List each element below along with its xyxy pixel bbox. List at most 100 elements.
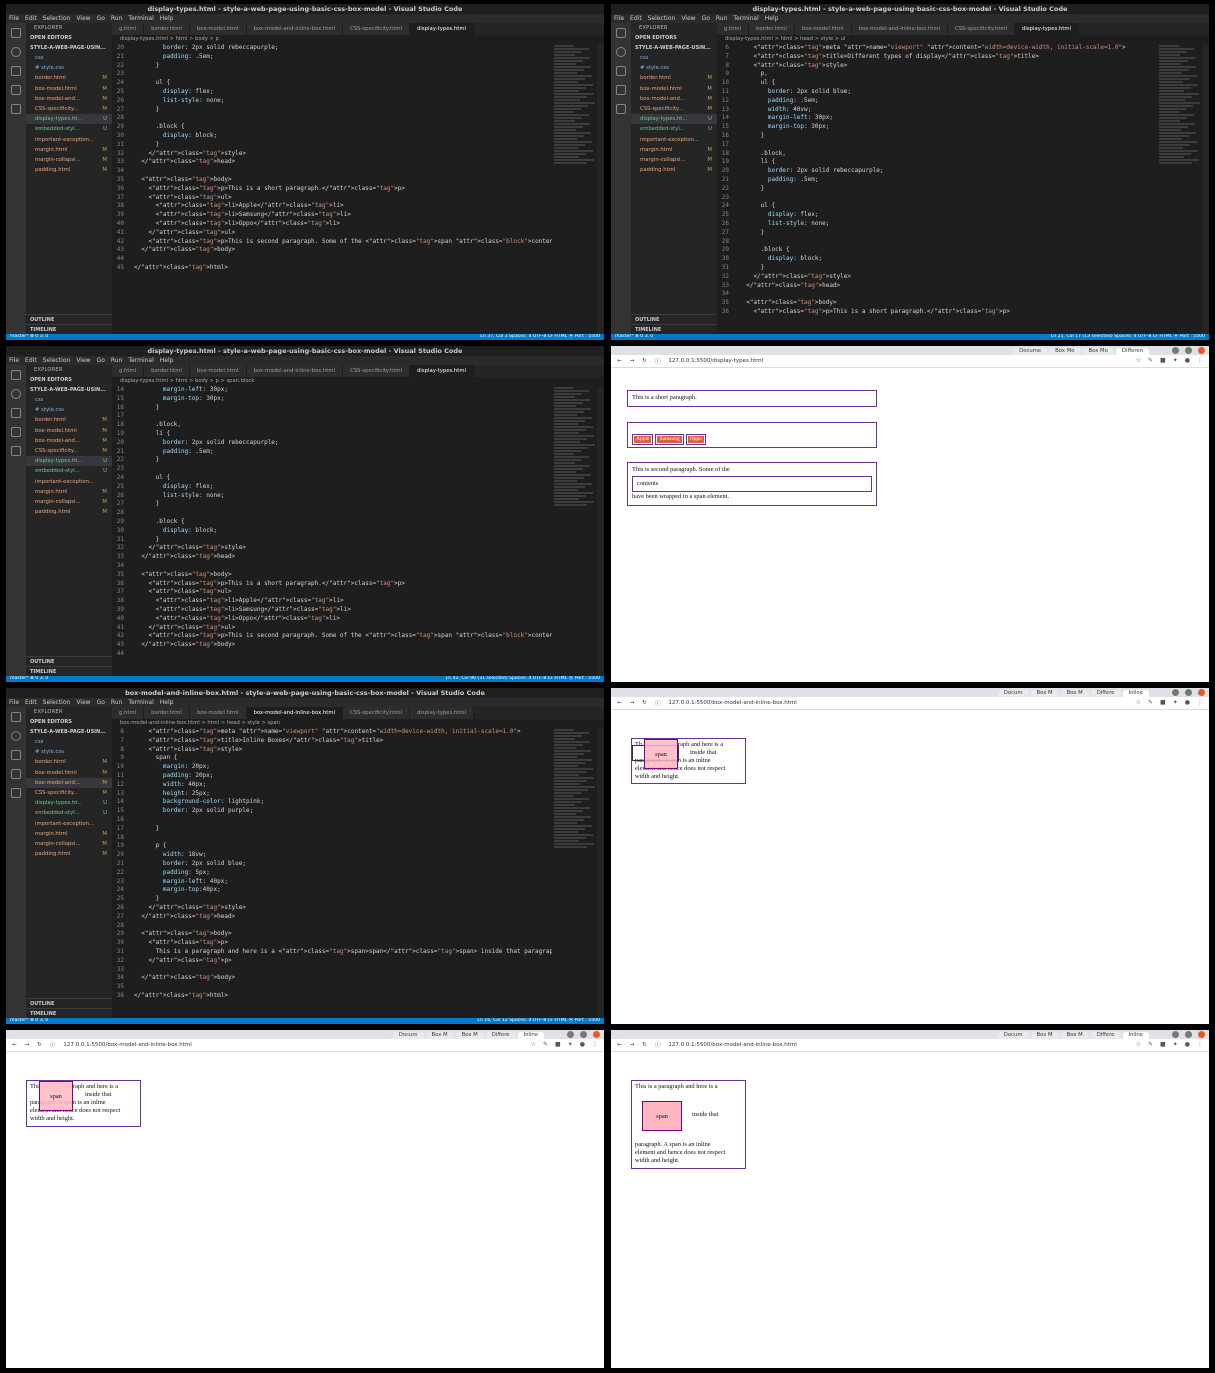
reload-icon[interactable]: ↻ <box>642 358 647 364</box>
timeline-section[interactable]: TIMELINE <box>26 666 112 676</box>
explorer-file[interactable]: embedded-styl... U <box>26 124 112 134</box>
status-position[interactable]: Ln 37, Col 3 Spaces: 4 UTF-8 LF HTML ⦿ P… <box>480 334 600 340</box>
status-branch[interactable]: master* ⊗ 0 ⚠ 0 <box>10 334 48 340</box>
explorer-file[interactable]: border.html M <box>26 73 112 83</box>
explorer-file[interactable]: # style.css <box>631 63 717 73</box>
code-line[interactable]: 22 padding: 5px; <box>112 869 552 878</box>
code-line[interactable]: 25 } <box>112 895 552 904</box>
forward-icon[interactable]: → <box>630 700 635 706</box>
minimize-icon[interactable] <box>567 1031 574 1038</box>
code-line[interactable]: 15 margin-top: 30px; <box>112 395 552 404</box>
extensions-icon[interactable] <box>11 104 21 114</box>
menu-item[interactable]: Selection <box>648 14 676 23</box>
code-line[interactable]: 25 display: flex; <box>717 211 1157 220</box>
code-line[interactable]: 30 display: block; <box>717 255 1157 264</box>
code-line[interactable]: 31 } <box>112 536 552 545</box>
explorer-file[interactable]: padding.html M <box>26 507 112 517</box>
code-line[interactable]: 28 <box>112 509 552 518</box>
menu-item[interactable]: Help <box>160 356 174 365</box>
code-line[interactable]: 45 </"attr">class="tag">html> <box>112 264 552 273</box>
menu-item[interactable]: Run <box>111 356 123 365</box>
code-line[interactable]: 7 <"attr">class="tag">title>Different ty… <box>717 53 1157 62</box>
files-icon[interactable] <box>11 370 21 380</box>
pen-icon[interactable]: ✎ <box>543 1041 548 1048</box>
code-line[interactable]: 26 list-style: none; <box>717 220 1157 229</box>
code-line[interactable]: 18 <box>112 834 552 843</box>
code-line[interactable]: 9 p, <box>717 70 1157 79</box>
info-icon[interactable]: ⓘ <box>655 357 661 365</box>
code-line[interactable]: 26 list-style: none; <box>112 97 552 106</box>
extensions-icon[interactable] <box>11 788 21 798</box>
code-editor[interactable]: 14 margin-left: 30px; 15 margin-top: 30px… <box>112 386 552 676</box>
close-icon[interactable] <box>1198 347 1205 354</box>
code-line[interactable]: 6 <"attr">class="tag">meta "attr">name="… <box>112 728 552 737</box>
browser-tab-active[interactable]: Inline <box>1122 1032 1149 1039</box>
explorer-file[interactable]: box-model.html M <box>26 84 112 94</box>
menu-item[interactable]: Run <box>111 698 123 707</box>
code-line[interactable]: 34 <box>112 167 552 176</box>
code-line[interactable]: 33 <box>112 966 552 975</box>
explorer-file[interactable]: # style.css <box>26 63 112 73</box>
reload-icon[interactable]: ↻ <box>642 700 647 706</box>
menu-item[interactable]: Help <box>765 14 779 23</box>
code-line[interactable]: 20 border: 2px solid rebeccapurple; <box>112 439 552 448</box>
menu-item[interactable]: View <box>76 698 90 707</box>
editor-scrollbar[interactable] <box>597 386 604 676</box>
code-line[interactable]: 17 } <box>112 825 552 834</box>
pen-icon[interactable]: ✎ <box>1148 357 1153 364</box>
editor-tab[interactable]: box-model.html <box>189 23 247 35</box>
browser-tab[interactable]: Box M <box>1030 1032 1059 1039</box>
menu-item[interactable]: Go <box>97 698 105 707</box>
open-editors-section[interactable]: OPEN EDITORS <box>26 375 112 385</box>
code-line[interactable]: 24 margin-top:40px; <box>112 886 552 895</box>
code-line[interactable]: 29 .block { <box>717 246 1157 255</box>
browser-tab[interactable]: Box M <box>425 1032 454 1039</box>
back-icon[interactable]: ← <box>617 358 622 364</box>
explorer-file[interactable]: margin-collapsi... M <box>26 839 112 849</box>
profile-icon[interactable]: ● <box>1185 357 1190 364</box>
explorer-file[interactable]: important-exception... <box>631 135 717 145</box>
browser-tab[interactable]: Differe <box>485 1032 516 1039</box>
breadcrumb[interactable]: display-types.html > html > body > p <box>112 35 604 44</box>
star-icon[interactable]: ☆ <box>1136 357 1141 364</box>
code-line[interactable]: 13 width: 40vw; <box>717 106 1157 115</box>
explorer-file[interactable]: CSS-specificity... M <box>631 104 717 114</box>
explorer-file[interactable]: padding.html M <box>26 849 112 859</box>
code-line[interactable]: 36 </"attr">class="tag">html> <box>112 992 552 1001</box>
reload-icon[interactable]: ↻ <box>37 1042 42 1048</box>
profile-icon[interactable]: ● <box>1185 699 1190 706</box>
explorer-file[interactable]: display-types.ht... U <box>631 114 717 125</box>
editor-tab[interactable]: box-model-and-inline-box.html <box>246 707 343 719</box>
address-bar[interactable]: 127.0.0.1:5500/box-model-and-inline-box.… <box>63 1042 191 1048</box>
minimap[interactable] <box>554 386 596 676</box>
browser-tab[interactable]: Docum <box>997 1032 1029 1039</box>
editor-tab[interactable]: g.html <box>112 707 145 719</box>
code-line[interactable]: 10 margin: 20px; <box>112 763 552 772</box>
project-folder[interactable]: STYLE-A-WEB-PAGE-USIN... <box>26 43 112 53</box>
maximize-icon[interactable] <box>1185 1031 1192 1038</box>
menu-item[interactable]: Terminal <box>128 356 153 365</box>
explorer-file[interactable]: CSS-specificity... M <box>26 446 112 456</box>
run-debug-icon[interactable] <box>11 85 21 95</box>
code-line[interactable]: 35 <box>112 983 552 992</box>
code-line[interactable]: 23 <box>112 465 552 474</box>
menu-item[interactable]: Selection <box>43 698 71 707</box>
menu-item[interactable]: File <box>9 698 19 707</box>
editor-tab[interactable]: box-model-and-inline-box.html <box>246 23 343 35</box>
editor-tab[interactable]: CSS-specificity.html <box>343 365 411 377</box>
address-bar[interactable]: 127.0.0.1:5500/display-types.html <box>668 358 763 364</box>
back-icon[interactable]: ← <box>617 1042 622 1048</box>
explorer-file[interactable]: display-types.ht... U <box>26 114 112 125</box>
code-line[interactable]: 37 <"attr">class="tag">ul> <box>112 194 552 203</box>
files-icon[interactable] <box>616 28 626 38</box>
browser-tab[interactable]: Docum <box>997 690 1029 697</box>
menu-item[interactable]: Terminal <box>128 14 153 23</box>
editor-tab[interactable]: display-types.html <box>410 23 474 35</box>
code-line[interactable]: 31 } <box>112 141 552 150</box>
code-line[interactable]: 19 li { <box>112 430 552 439</box>
explorer-file[interactable]: box-model.html M <box>26 426 112 436</box>
menu-item[interactable]: Selection <box>43 356 71 365</box>
explorer-file[interactable]: box-model-and... M <box>26 94 112 104</box>
puzzle-icon[interactable]: ✦ <box>568 1041 573 1048</box>
editor-tab[interactable]: box-model.html <box>794 23 852 35</box>
